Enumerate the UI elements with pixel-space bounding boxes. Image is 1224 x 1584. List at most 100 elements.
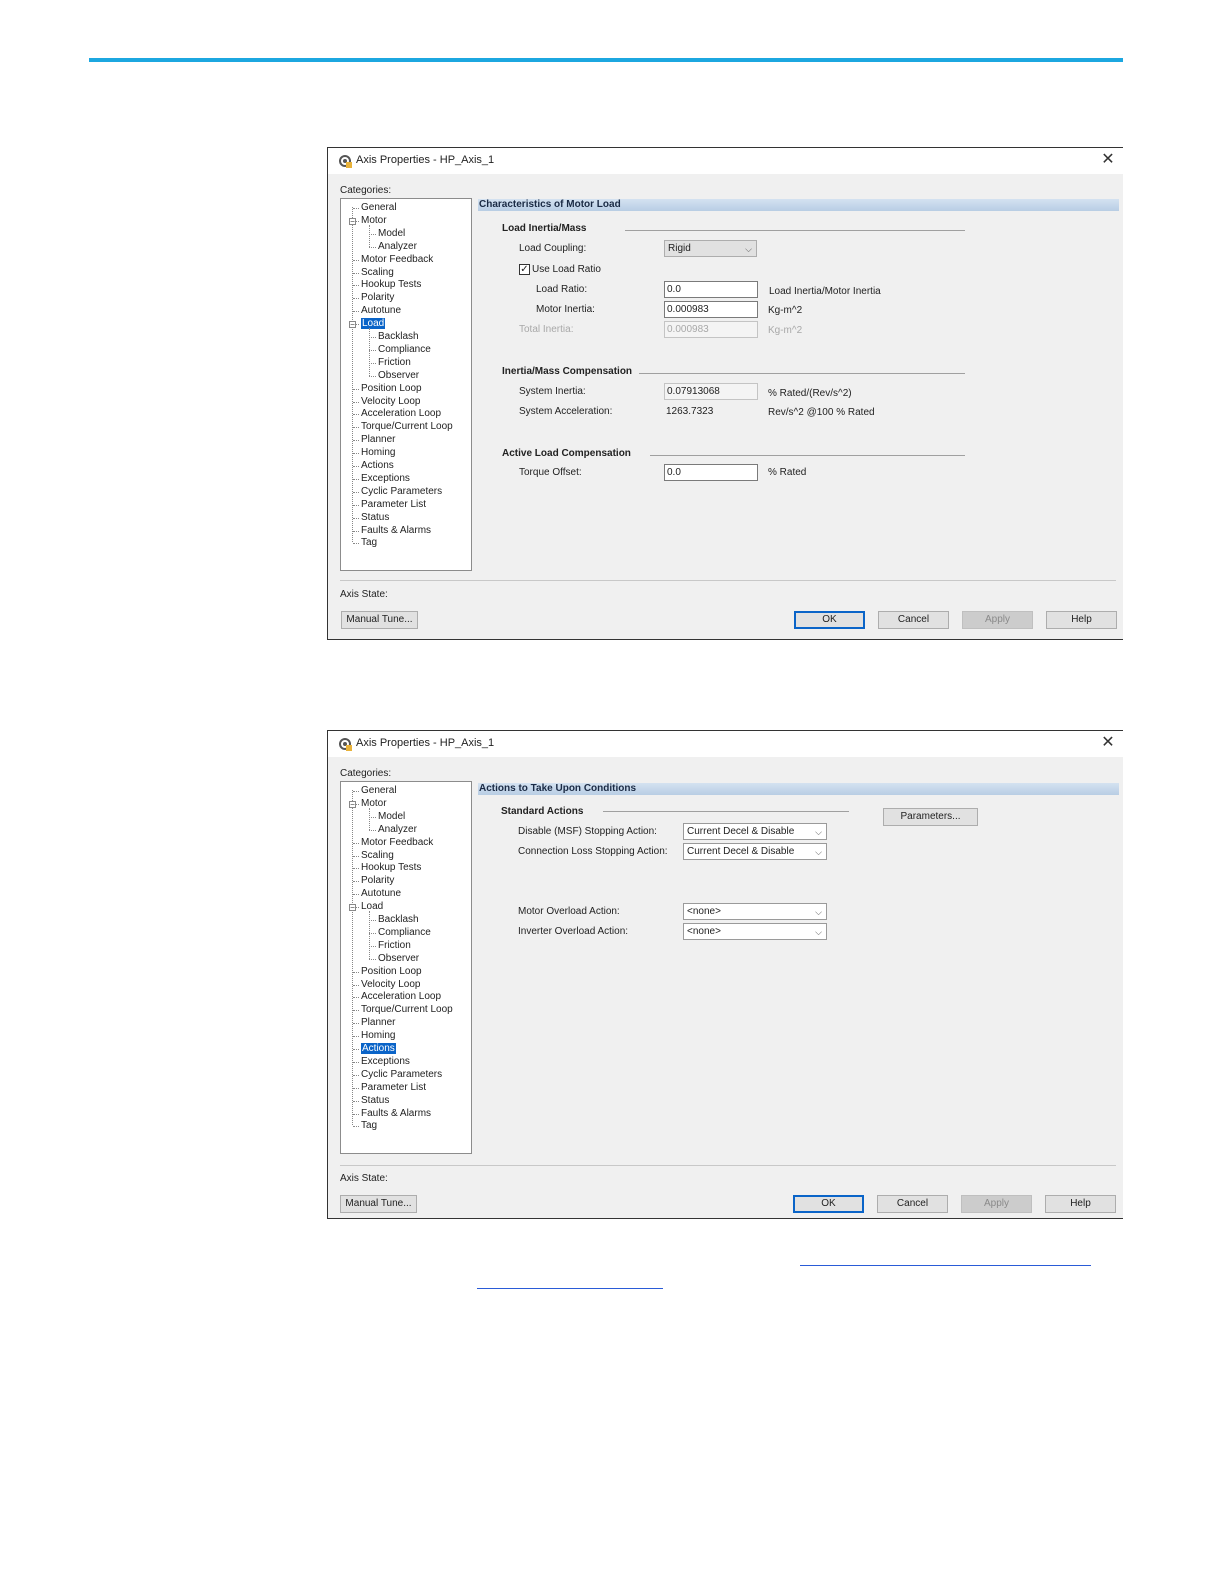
tree-item-tag[interactable]: Tag [361,537,377,549]
reference-link[interactable] [800,1265,1091,1266]
help-button[interactable]: Help [1046,611,1117,629]
close-icon[interactable]: ✕ [1099,733,1117,753]
tree-connector [353,453,359,455]
tree-item-backlash[interactable]: Backlash [378,914,419,926]
tree-item-motor-feedback[interactable]: Motor Feedback [361,837,433,849]
tree-item-observer[interactable]: Observer [378,370,419,382]
tree-item-faults-alarms[interactable]: Faults & Alarms [361,525,431,537]
collapse-toggle-icon[interactable]: − [349,904,356,912]
tree-item-motor[interactable]: Motor [361,798,387,810]
close-icon[interactable]: ✕ [1099,150,1117,170]
tree-connector [369,816,376,818]
use-load-ratio-checkbox[interactable]: ✓ [519,264,530,275]
tree-connector [353,208,359,209]
tree-item-motor[interactable]: Motor [361,215,387,227]
tree-item-friction[interactable]: Friction [378,357,411,369]
tree-item-planner[interactable]: Planner [361,434,395,446]
tree-item-analyzer[interactable]: Analyzer [378,824,417,836]
tree-item-model[interactable]: Model [378,228,405,240]
torque-offset-input[interactable]: 0.0 [664,464,758,481]
tree-item-observer[interactable]: Observer [378,953,419,965]
group-standard-actions: Standard Actions [501,806,584,817]
cancel-button[interactable]: Cancel [877,1195,948,1213]
motor-inertia-input[interactable]: 0.000983 [664,301,758,318]
collapse-toggle-icon[interactable]: − [349,800,356,808]
tree-connector [353,997,359,999]
disable-stopping-action-select[interactable]: Current Decel & Disable ⌵ [683,823,827,840]
cancel-button[interactable]: Cancel [878,611,949,629]
reference-link[interactable] [477,1288,663,1289]
tree-item-torque-current-loop[interactable]: Torque/Current Loop [361,421,453,433]
tree-item-tag[interactable]: Tag [361,1120,377,1132]
total-inertia-unit: Kg-m^2 [768,325,803,336]
apply-button: Apply [961,1195,1032,1213]
ok-button[interactable]: OK [793,1195,864,1213]
tree-item-label: Observer [378,952,420,964]
collapse-toggle-icon[interactable]: − [349,217,356,225]
tree-item-label: Position Loop [361,965,422,977]
page-top-rule [89,58,1123,62]
tree-connector [353,881,359,883]
tree-item-homing[interactable]: Homing [361,447,395,459]
collapse-toggle-icon[interactable]: − [349,321,356,329]
tree-item-exceptions[interactable]: Exceptions [361,473,410,485]
tree-item-hookup-tests[interactable]: Hookup Tests [361,862,421,874]
tree-item-compliance[interactable]: Compliance [378,344,431,356]
tree-item-general[interactable]: General [361,202,397,214]
tree-connector [353,984,359,986]
tree-item-acceleration-loop[interactable]: Acceleration Loop [361,991,441,1003]
group-inertia-compensation: Inertia/Mass Compensation [502,366,633,377]
tree-item-cyclic-parameters[interactable]: Cyclic Parameters [361,1069,442,1081]
categories-tree[interactable]: General Motor − Model Analyzer Motor Feedback… [340,781,472,1154]
tree-item-planner[interactable]: Planner [361,1017,395,1029]
tree-item-load[interactable]: Load [361,901,383,913]
tree-item-faults-alarms[interactable]: Faults & Alarms [361,1108,431,1120]
tree-item-velocity-loop[interactable]: Velocity Loop [361,396,421,408]
tree-item-homing[interactable]: Homing [361,1030,395,1042]
tree-item-position-loop[interactable]: Position Loop [361,966,422,978]
parameters-button[interactable]: Parameters... [883,808,978,826]
tree-item-status[interactable]: Status [361,1095,389,1107]
ok-button[interactable]: OK [794,611,865,629]
motor-overload-action-select[interactable]: <none> ⌵ [683,903,827,920]
tree-item-analyzer[interactable]: Analyzer [378,241,417,253]
tree-item-velocity-loop[interactable]: Velocity Loop [361,979,421,991]
tree-item-motor-feedback[interactable]: Motor Feedback [361,254,433,266]
tree-item-general[interactable]: General [361,785,397,797]
tree-item-exceptions[interactable]: Exceptions [361,1056,410,1068]
manual-tune-button[interactable]: Manual Tune... [341,611,418,629]
use-load-ratio-label: Use Load Ratio [532,264,601,275]
tree-item-parameter-list[interactable]: Parameter List [361,1082,426,1094]
tree-item-position-loop[interactable]: Position Loop [361,383,422,395]
tree-item-friction[interactable]: Friction [378,940,411,952]
tree-item-model[interactable]: Model [378,811,405,823]
help-button[interactable]: Help [1045,1195,1116,1213]
tree-item-compliance[interactable]: Compliance [378,927,431,939]
tree-item-autotune[interactable]: Autotune [361,305,401,317]
tree-connector [369,911,370,959]
tree-item-acceleration-loop[interactable]: Acceleration Loop [361,408,441,420]
tree-item-hookup-tests[interactable]: Hookup Tests [361,279,421,291]
tree-item-status[interactable]: Status [361,512,389,524]
connection-loss-action-select[interactable]: Current Decel & Disable ⌵ [683,843,827,860]
tree-item-scaling[interactable]: Scaling [361,267,394,279]
tree-item-autotune[interactable]: Autotune [361,888,401,900]
tree-item-polarity[interactable]: Polarity [361,292,394,304]
manual-tune-button[interactable]: Manual Tune... [340,1195,417,1213]
tree-item-polarity[interactable]: Polarity [361,875,394,887]
disable-stopping-action-value: Current Decel & Disable [687,826,795,837]
tree-connector [353,868,359,870]
tree-item-torque-current-loop[interactable]: Torque/Current Loop [361,1004,453,1016]
tree-item-actions[interactable]: Actions [361,460,394,472]
tree-item-actions[interactable]: Actions [361,1043,396,1055]
axis-state-label: Axis State: [340,1173,388,1184]
tree-item-scaling[interactable]: Scaling [361,850,394,862]
tree-item-backlash[interactable]: Backlash [378,331,419,343]
load-coupling-select[interactable]: Rigid ⌵ [664,240,757,257]
tree-item-parameter-list[interactable]: Parameter List [361,499,426,511]
load-ratio-input[interactable]: 0.0 [664,281,758,298]
tree-item-load[interactable]: Load [361,318,386,330]
tree-item-cyclic-parameters[interactable]: Cyclic Parameters [361,486,442,498]
categories-tree[interactable]: General Motor − Model Analyzer Motor Feedback… [340,198,472,571]
inverter-overload-action-select[interactable]: <none> ⌵ [683,923,827,940]
